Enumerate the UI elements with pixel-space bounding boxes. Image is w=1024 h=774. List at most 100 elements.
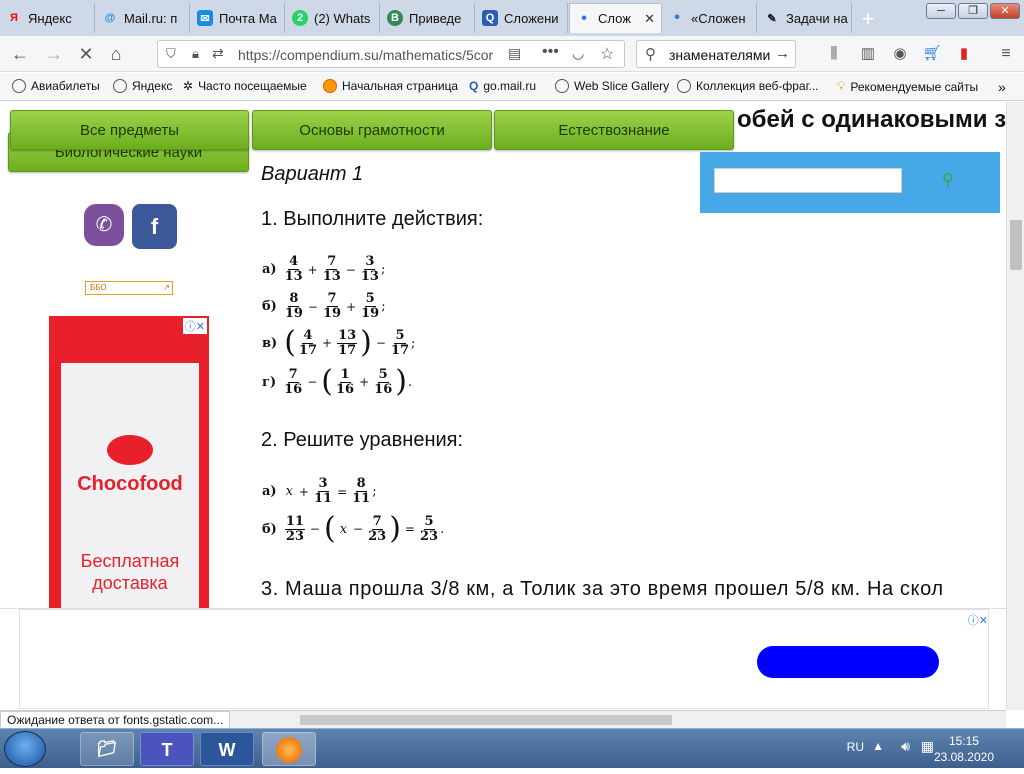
task-3-text: 3. Маша прошла 3/8 км, а Толик за это вр…	[261, 578, 944, 600]
back-button[interactable]: ←	[8, 42, 32, 66]
library-icon[interactable]: ⫼	[822, 42, 846, 66]
volume-icon[interactable]: 🔊︎	[901, 738, 910, 755]
globe-icon	[555, 79, 569, 93]
search-text: знаменателями	[669, 47, 771, 63]
teams-icon[interactable]: T	[140, 732, 194, 766]
language-indicator[interactable]: RU	[847, 740, 864, 754]
account-icon[interactable]: ◉	[888, 42, 912, 66]
facebook-icon[interactable]: f	[132, 204, 177, 249]
lock-icon[interactable]: 🔒︎	[192, 46, 199, 62]
viber-icon[interactable]: ✆	[84, 204, 124, 246]
shield-icon[interactable]: ⛉	[166, 46, 176, 62]
more-icon[interactable]: •••	[542, 43, 559, 61]
bookmark-item[interactable]: 💡︎ Рекомендуемые сайты	[837, 79, 978, 94]
forward-button[interactable]: →	[42, 42, 66, 66]
whatsapp-icon: 2	[292, 10, 308, 26]
tab-slozheni[interactable]: Q Сложени	[476, 3, 568, 33]
menu-literacy[interactable]: Основы грамотности	[252, 110, 492, 150]
exercise-1v: в) ( 4 17 + 13 17 ) − 5 17 ;	[262, 325, 416, 360]
yandex-icon: Я	[10, 12, 18, 24]
fraction: 8 11	[352, 476, 371, 506]
stop-button[interactable]: ✕	[74, 42, 98, 66]
ad-banner-small[interactable]: ББО ↗	[85, 281, 173, 295]
search-bar[interactable]: ⚲ знаменателями →	[636, 40, 796, 68]
ad-tag-label: ББО	[90, 283, 107, 292]
permissions-icon[interactable]: ⇄	[212, 45, 224, 62]
tab-active[interactable]: • Слож ✕	[569, 3, 662, 33]
site-search-input[interactable]	[714, 168, 902, 193]
horizontal-scrollbar[interactable]	[300, 715, 672, 725]
firefox-icon[interactable]	[262, 732, 316, 766]
tab-mail[interactable]: ✉ Почта Ма	[191, 3, 285, 33]
word-icon[interactable]: W	[200, 732, 254, 766]
bookmarks-overflow-icon[interactable]: »	[998, 79, 1006, 95]
tab-label: Mail.ru: п	[124, 10, 178, 26]
label: б)	[262, 299, 277, 314]
tab-slozhen2[interactable]: • «Сложен	[663, 3, 757, 33]
menu-all-subjects[interactable]: Все предметы	[10, 110, 249, 150]
menu-natural-science[interactable]: Естествознание	[494, 110, 734, 150]
tab-zadachi[interactable]: ✎ Задачи на	[758, 3, 852, 33]
url-text: https://compendium.su/mathematics/5cor	[238, 47, 494, 63]
exercise-1a: а) 4 13 + 7 13 − 3 13 ;	[262, 254, 386, 284]
maximize-button[interactable]: ❐	[958, 3, 988, 19]
globe-icon	[113, 79, 127, 93]
close-tab-icon[interactable]: ✕	[644, 11, 655, 27]
tab-yandex[interactable]: Я Яндекс	[0, 3, 95, 33]
menu-icon[interactable]: ≡	[994, 42, 1018, 66]
search-go-icon[interactable]: →	[775, 45, 790, 62]
search-icon[interactable]: ⚲	[942, 170, 954, 190]
bookmark-item[interactable]: Коллекция веб-фраг...	[677, 79, 819, 93]
fraction: 11 23	[284, 513, 305, 544]
fraction: 4 17	[298, 327, 317, 358]
fraction: 7 19	[322, 291, 342, 321]
ad-close-icon[interactable]: ⓘ✕	[968, 612, 988, 628]
fraction: 7 23	[368, 513, 387, 544]
explorer-icon[interactable]: 📁︎	[80, 732, 134, 766]
bookmark-item[interactable]: ✲ Часто посещаемые	[183, 79, 307, 93]
edit-icon: ✎	[767, 12, 777, 25]
bookmark-item[interactable]: Qgo.mail.ru	[469, 79, 536, 93]
tray-arrow-icon[interactable]: ▲	[872, 739, 884, 753]
home-icon[interactable]: ⌂	[104, 42, 128, 66]
ad-brand: Chocofood	[77, 473, 183, 495]
ad-close-icon[interactable]: ⓘ✕	[182, 318, 207, 334]
cart-icon[interactable]: 🛒︎	[920, 42, 944, 66]
bookmark-label: Коллекция веб-фраг...	[696, 79, 819, 93]
close-window-button[interactable]: ✕	[990, 3, 1020, 19]
start-button[interactable]	[4, 731, 46, 767]
vertical-scrollbar[interactable]	[1006, 102, 1024, 710]
search-site-icon: Q	[482, 10, 498, 26]
tab-privede[interactable]: В Приведе	[381, 3, 475, 33]
new-tab-button[interactable]: +	[856, 6, 880, 31]
bookmark-label: Яндекс	[132, 79, 173, 93]
bookmark-item[interactable]: Яндекс	[113, 79, 172, 93]
scroll-thumb[interactable]	[1010, 220, 1022, 270]
status-text: Ожидание ответа от fonts.gstatic.com...	[0, 711, 231, 729]
minimize-button[interactable]: ─	[926, 3, 956, 19]
tab-label: Слож	[598, 11, 631, 26]
pocket-icon[interactable]: ◡	[572, 45, 584, 62]
sidebar-icon[interactable]: ▥	[856, 42, 880, 66]
tab-label: Яндекс	[28, 10, 72, 26]
task-2-title: 2. Решите уравнения:	[261, 429, 464, 451]
bookmark-item[interactable]: Авиабилеты	[12, 79, 100, 93]
fraction: 7 16	[284, 366, 303, 397]
label: б)	[262, 521, 277, 537]
chocofood-ad[interactable]: ⓘ✕ Chocofood Бесплатная доставка	[49, 316, 209, 608]
url-bar[interactable]: ⛉ 🔒︎ ⇄ https://compendium.su/mathematics…	[157, 40, 625, 68]
reader-view-icon[interactable]: ▤	[508, 45, 521, 62]
bookmark-label: Рекомендуемые сайты	[850, 79, 979, 94]
tab-label: Сложени	[504, 10, 559, 26]
tab-whatsapp[interactable]: 2 (2) Whats	[286, 3, 380, 33]
bookmark-item[interactable]: Начальная страница	[323, 79, 458, 93]
bookmark-star-icon[interactable]: ☆	[600, 44, 614, 64]
clock[interactable]: 15:15 23.08.2020	[934, 733, 994, 765]
flag-icon[interactable]: ▮	[952, 42, 976, 66]
tab-mailru[interactable]: @ Mail.ru: п	[96, 3, 190, 33]
network-icon[interactable]: ▦	[921, 738, 934, 755]
bookmark-item[interactable]: Web Slice Gallery	[555, 79, 669, 93]
gear-icon: ✲	[183, 79, 194, 93]
ad-button[interactable]	[757, 646, 939, 678]
task-1-title: 1. Выполните действия:	[261, 208, 484, 230]
